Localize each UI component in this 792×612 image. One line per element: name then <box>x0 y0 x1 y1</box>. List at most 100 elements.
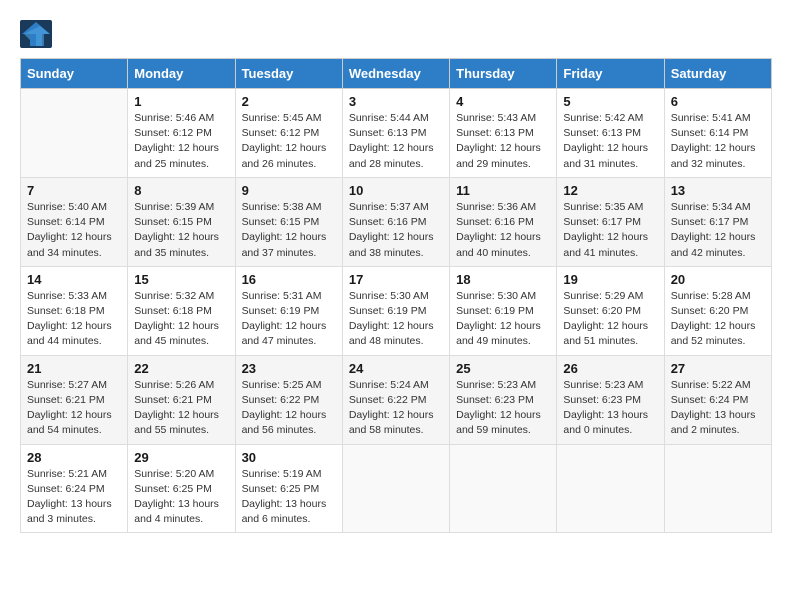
calendar-cell: 4 Sunrise: 5:43 AM Sunset: 6:13 PM Daylig… <box>450 89 557 178</box>
day-info: Sunrise: 5:46 AM Sunset: 6:12 PM Dayligh… <box>134 111 228 172</box>
week-row-4: 21 Sunrise: 5:27 AM Sunset: 6:21 PM Dayli… <box>21 355 772 444</box>
day-info: Sunrise: 5:37 AM Sunset: 6:16 PM Dayligh… <box>349 200 443 261</box>
calendar-cell: 20 Sunrise: 5:28 AM Sunset: 6:20 PM Dayli… <box>664 266 771 355</box>
day-number: 11 <box>456 183 550 198</box>
day-info: Sunrise: 5:27 AM Sunset: 6:21 PM Dayligh… <box>27 378 121 439</box>
day-number: 16 <box>242 272 336 287</box>
day-number: 4 <box>456 94 550 109</box>
calendar-cell <box>557 444 664 533</box>
day-number: 19 <box>563 272 657 287</box>
day-number: 29 <box>134 450 228 465</box>
day-info: Sunrise: 5:23 AM Sunset: 6:23 PM Dayligh… <box>456 378 550 439</box>
calendar-cell: 27 Sunrise: 5:22 AM Sunset: 6:24 PM Dayli… <box>664 355 771 444</box>
calendar-cell: 13Sunrise: 5:34 AM Sunset: 6:17 PM Dayli… <box>664 177 771 266</box>
calendar-cell: 11 Sunrise: 5:36 AM Sunset: 6:16 PM Dayli… <box>450 177 557 266</box>
day-number: 17 <box>349 272 443 287</box>
day-info: Sunrise: 5:19 AM Sunset: 6:25 PM Dayligh… <box>242 467 336 528</box>
day-info: Sunrise: 5:26 AM Sunset: 6:21 PM Dayligh… <box>134 378 228 439</box>
day-number: 1 <box>134 94 228 109</box>
day-number: 23 <box>242 361 336 376</box>
day-number: 14 <box>27 272 121 287</box>
day-info: Sunrise: 5:42 AM Sunset: 6:13 PM Dayligh… <box>563 111 657 172</box>
header-cell-friday: Friday <box>557 59 664 89</box>
header-cell-sunday: Sunday <box>21 59 128 89</box>
week-row-5: 28Sunrise: 5:21 AM Sunset: 6:24 PM Dayli… <box>21 444 772 533</box>
calendar-cell: 17 Sunrise: 5:30 AM Sunset: 6:19 PM Dayli… <box>342 266 449 355</box>
calendar-cell <box>450 444 557 533</box>
day-info: Sunrise: 5:36 AM Sunset: 6:16 PM Dayligh… <box>456 200 550 261</box>
calendar-cell: 5 Sunrise: 5:42 AM Sunset: 6:13 PM Daylig… <box>557 89 664 178</box>
calendar-cell: 7 Sunrise: 5:40 AM Sunset: 6:14 PM Daylig… <box>21 177 128 266</box>
header-cell-tuesday: Tuesday <box>235 59 342 89</box>
calendar-cell <box>21 89 128 178</box>
day-info: Sunrise: 5:40 AM Sunset: 6:14 PM Dayligh… <box>27 200 121 261</box>
calendar-cell: 9 Sunrise: 5:38 AM Sunset: 6:15 PM Daylig… <box>235 177 342 266</box>
calendar-cell: 28Sunrise: 5:21 AM Sunset: 6:24 PM Dayli… <box>21 444 128 533</box>
day-info: Sunrise: 5:45 AM Sunset: 6:12 PM Dayligh… <box>242 111 336 172</box>
week-row-1: 1 Sunrise: 5:46 AM Sunset: 6:12 PM Daylig… <box>21 89 772 178</box>
day-info: Sunrise: 5:39 AM Sunset: 6:15 PM Dayligh… <box>134 200 228 261</box>
calendar-cell: 26 Sunrise: 5:23 AM Sunset: 6:23 PM Dayli… <box>557 355 664 444</box>
week-row-3: 14 Sunrise: 5:33 AM Sunset: 6:18 PM Dayli… <box>21 266 772 355</box>
day-info: Sunrise: 5:43 AM Sunset: 6:13 PM Dayligh… <box>456 111 550 172</box>
day-number: 12 <box>563 183 657 198</box>
day-number: 27 <box>671 361 765 376</box>
day-info: Sunrise: 5:38 AM Sunset: 6:15 PM Dayligh… <box>242 200 336 261</box>
day-number: 9 <box>242 183 336 198</box>
header-cell-monday: Monday <box>128 59 235 89</box>
day-info: Sunrise: 5:23 AM Sunset: 6:23 PM Dayligh… <box>563 378 657 439</box>
day-info: Sunrise: 5:22 AM Sunset: 6:24 PM Dayligh… <box>671 378 765 439</box>
calendar-cell: 8Sunrise: 5:39 AM Sunset: 6:15 PM Daylig… <box>128 177 235 266</box>
day-info: Sunrise: 5:20 AM Sunset: 6:25 PM Dayligh… <box>134 467 228 528</box>
header-cell-thursday: Thursday <box>450 59 557 89</box>
calendar-cell: 29 Sunrise: 5:20 AM Sunset: 6:25 PM Dayli… <box>128 444 235 533</box>
calendar-cell <box>664 444 771 533</box>
day-number: 2 <box>242 94 336 109</box>
day-info: Sunrise: 5:31 AM Sunset: 6:19 PM Dayligh… <box>242 289 336 350</box>
day-info: Sunrise: 5:25 AM Sunset: 6:22 PM Dayligh… <box>242 378 336 439</box>
calendar-cell: 12 Sunrise: 5:35 AM Sunset: 6:17 PM Dayli… <box>557 177 664 266</box>
calendar-cell: 18Sunrise: 5:30 AM Sunset: 6:19 PM Dayli… <box>450 266 557 355</box>
day-number: 6 <box>671 94 765 109</box>
day-info: Sunrise: 5:30 AM Sunset: 6:19 PM Dayligh… <box>349 289 443 350</box>
day-info: Sunrise: 5:29 AM Sunset: 6:20 PM Dayligh… <box>563 289 657 350</box>
calendar-cell: 1 Sunrise: 5:46 AM Sunset: 6:12 PM Daylig… <box>128 89 235 178</box>
day-number: 20 <box>671 272 765 287</box>
day-info: Sunrise: 5:35 AM Sunset: 6:17 PM Dayligh… <box>563 200 657 261</box>
day-number: 25 <box>456 361 550 376</box>
calendar-cell: 2 Sunrise: 5:45 AM Sunset: 6:12 PM Daylig… <box>235 89 342 178</box>
calendar-cell <box>342 444 449 533</box>
calendar-cell: 24 Sunrise: 5:24 AM Sunset: 6:22 PM Dayli… <box>342 355 449 444</box>
day-info: Sunrise: 5:33 AM Sunset: 6:18 PM Dayligh… <box>27 289 121 350</box>
day-number: 3 <box>349 94 443 109</box>
day-info: Sunrise: 5:28 AM Sunset: 6:20 PM Dayligh… <box>671 289 765 350</box>
day-number: 18 <box>456 272 550 287</box>
calendar-cell: 15 Sunrise: 5:32 AM Sunset: 6:18 PM Dayli… <box>128 266 235 355</box>
calendar-cell: 6 Sunrise: 5:41 AM Sunset: 6:14 PM Daylig… <box>664 89 771 178</box>
day-number: 21 <box>27 361 121 376</box>
week-row-2: 7 Sunrise: 5:40 AM Sunset: 6:14 PM Daylig… <box>21 177 772 266</box>
day-info: Sunrise: 5:32 AM Sunset: 6:18 PM Dayligh… <box>134 289 228 350</box>
header-cell-wednesday: Wednesday <box>342 59 449 89</box>
day-number: 7 <box>27 183 121 198</box>
day-info: Sunrise: 5:44 AM Sunset: 6:13 PM Dayligh… <box>349 111 443 172</box>
calendar-cell: 23 Sunrise: 5:25 AM Sunset: 6:22 PM Dayli… <box>235 355 342 444</box>
logo <box>20 20 56 48</box>
day-number: 26 <box>563 361 657 376</box>
day-info: Sunrise: 5:24 AM Sunset: 6:22 PM Dayligh… <box>349 378 443 439</box>
calendar-header-row: SundayMondayTuesdayWednesdayThursdayFrid… <box>21 59 772 89</box>
day-number: 10 <box>349 183 443 198</box>
calendar-cell: 21 Sunrise: 5:27 AM Sunset: 6:21 PM Dayli… <box>21 355 128 444</box>
calendar-cell: 25 Sunrise: 5:23 AM Sunset: 6:23 PM Dayli… <box>450 355 557 444</box>
day-number: 5 <box>563 94 657 109</box>
day-number: 30 <box>242 450 336 465</box>
calendar-cell: 30 Sunrise: 5:19 AM Sunset: 6:25 PM Dayli… <box>235 444 342 533</box>
calendar-cell: 10 Sunrise: 5:37 AM Sunset: 6:16 PM Dayli… <box>342 177 449 266</box>
calendar-cell: 16 Sunrise: 5:31 AM Sunset: 6:19 PM Dayli… <box>235 266 342 355</box>
day-number: 15 <box>134 272 228 287</box>
calendar-cell: 22Sunrise: 5:26 AM Sunset: 6:21 PM Dayli… <box>128 355 235 444</box>
day-number: 24 <box>349 361 443 376</box>
day-info: Sunrise: 5:41 AM Sunset: 6:14 PM Dayligh… <box>671 111 765 172</box>
day-info: Sunrise: 5:34 AM Sunset: 6:17 PM Dayligh… <box>671 200 765 261</box>
calendar-cell: 3 Sunrise: 5:44 AM Sunset: 6:13 PM Daylig… <box>342 89 449 178</box>
